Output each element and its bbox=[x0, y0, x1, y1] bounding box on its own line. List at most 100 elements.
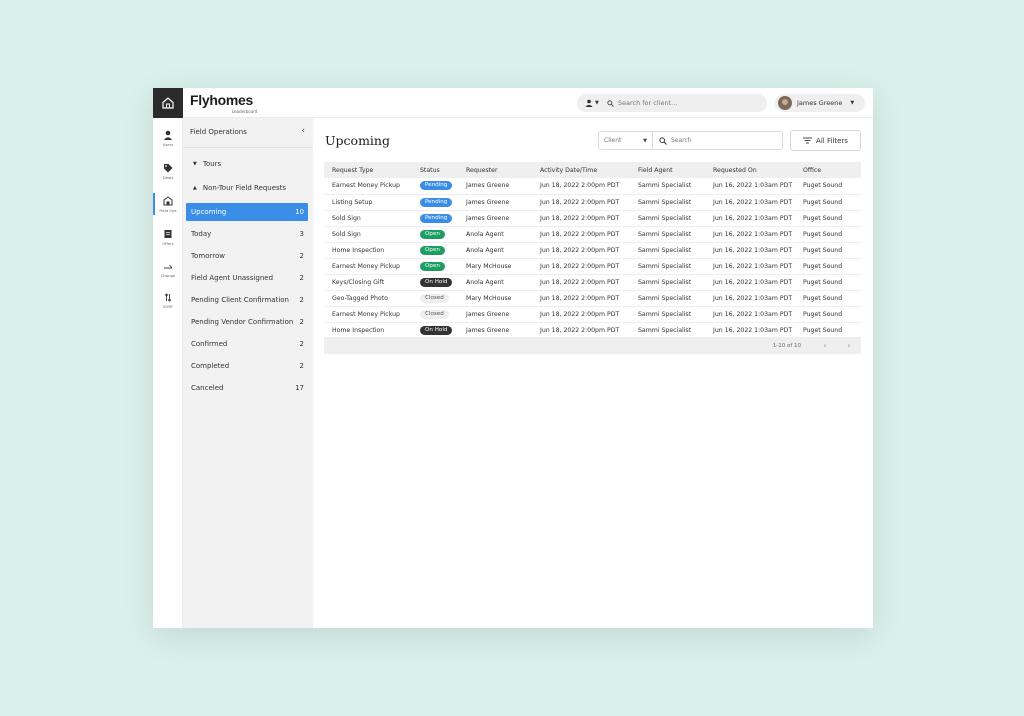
activity-date-cell: Jun 18, 2022 2:00pm PDT bbox=[532, 322, 630, 339]
rail-label: Deals bbox=[162, 174, 174, 180]
requester-cell: James Greene bbox=[458, 194, 532, 211]
client-search-bar: ▼ bbox=[577, 94, 767, 112]
office-cell: Puget Sound bbox=[795, 210, 861, 227]
collapse-sidebar-button[interactable]: ‹ bbox=[301, 126, 305, 136]
table-search bbox=[653, 131, 783, 150]
table-row[interactable]: Geo-Tagged Photo Closed Mary McHouse Jun 18… bbox=[324, 290, 861, 307]
field-agent-cell: Sammi Specialist bbox=[630, 226, 705, 243]
sidebar-title: Field Operations bbox=[190, 128, 247, 136]
office-cell: Puget Sound bbox=[795, 194, 861, 211]
sidebar-header: Field Operations ‹ bbox=[183, 118, 313, 148]
request-type-cell: Sold Sign bbox=[324, 226, 412, 243]
search-scope-dropdown[interactable]: ▼ bbox=[585, 99, 599, 107]
table-row[interactable]: Home Inspection On Hold James Greene Jun 18… bbox=[324, 322, 861, 339]
next-page-button[interactable]: › bbox=[837, 341, 861, 350]
status-badge: Open bbox=[420, 261, 445, 271]
sidebar-group-non-tour[interactable]: ▲ Non-Tour Field Requests bbox=[193, 184, 286, 192]
request-type-cell: Listing Setup bbox=[324, 194, 412, 211]
status-cell: Open bbox=[412, 226, 458, 243]
rail-label: Users bbox=[162, 141, 174, 147]
sidebar-item-count: 2 bbox=[299, 340, 304, 348]
activity-date-cell: Jun 18, 2022 2:00pm PDT bbox=[532, 242, 630, 259]
rail-label: SORT bbox=[162, 304, 174, 309]
request-type-cell: Keys/Closing Gift bbox=[324, 274, 412, 291]
rail-item-field-ops[interactable]: Field Ops bbox=[153, 189, 183, 219]
activity-date-cell: Jun 18, 2022 2:00pm PDT bbox=[532, 194, 630, 211]
sidebar-item-pending-client[interactable]: Pending Client Confirmation 2 bbox=[186, 291, 308, 309]
table-row[interactable]: Sold Sign Pending James Greene Jun 18, 2022… bbox=[324, 210, 861, 227]
user-menu[interactable]: James Greene ▼ bbox=[775, 94, 865, 112]
table-row[interactable]: Keys/Closing Gift On Hold Anola Agent Jun 1… bbox=[324, 274, 861, 291]
sidebar-item-canceled[interactable]: Canceled 17 bbox=[186, 379, 308, 397]
column-header[interactable]: Requester bbox=[458, 162, 532, 178]
table-row[interactable]: Sold Sign Open Anola Agent Jun 18, 2022 2:0… bbox=[324, 226, 861, 243]
sidebar: Field Operations ‹ ▼ Tours ▲ Non-Tour Fi… bbox=[183, 118, 313, 628]
status-badge: Open bbox=[420, 229, 445, 239]
request-type-cell: Earnest Money Pickup bbox=[324, 178, 412, 195]
column-header[interactable]: Status bbox=[412, 162, 458, 178]
requester-cell: Anola Agent bbox=[458, 274, 532, 291]
client-search-input[interactable] bbox=[617, 99, 738, 107]
column-header[interactable]: Requested On bbox=[705, 162, 795, 178]
table-row[interactable]: Earnest Money Pickup Closed James Greene Ju… bbox=[324, 306, 861, 323]
sidebar-item-label: Confirmed bbox=[191, 340, 228, 348]
sidebar-item-pending-vendor[interactable]: Pending Vendor Confirmation 2 bbox=[186, 313, 308, 331]
sidebar-item-confirmed[interactable]: Confirmed 2 bbox=[186, 335, 308, 353]
icon-rail: Users Deals Field Ops Offers Change SORT bbox=[153, 118, 183, 628]
status-cell: On Hold bbox=[412, 322, 458, 339]
all-filters-label: All Filters bbox=[816, 136, 848, 145]
sidebar-item-tomorrow[interactable]: Tomorrow 2 bbox=[186, 247, 308, 265]
field-agent-cell: Sammi Specialist bbox=[630, 178, 705, 195]
rail-item-users[interactable]: Users bbox=[153, 123, 183, 153]
sidebar-item-label: Upcoming bbox=[191, 208, 227, 216]
status-cell: Closed bbox=[412, 290, 458, 307]
column-header[interactable]: Office bbox=[795, 162, 861, 178]
client-filter-value: Client bbox=[604, 137, 622, 144]
office-cell: Puget Sound bbox=[795, 178, 861, 195]
sidebar-group-label: Tours bbox=[202, 160, 222, 168]
previous-page-button[interactable]: ‹ bbox=[813, 341, 837, 350]
status-cell: Open bbox=[412, 242, 458, 259]
all-filters-button[interactable]: All Filters bbox=[790, 130, 861, 151]
requested-on-cell: Jun 16, 2022 1:03am PDT bbox=[705, 178, 795, 195]
sidebar-item-field-agent-unassigned[interactable]: Field Agent Unassigned 2 bbox=[186, 269, 308, 287]
table-search-input[interactable] bbox=[671, 137, 771, 144]
request-type-cell: Earnest Money Pickup bbox=[324, 258, 412, 275]
sidebar-item-today[interactable]: Today 3 bbox=[186, 225, 308, 243]
column-header[interactable]: Field Agent bbox=[630, 162, 705, 178]
sidebar-item-upcoming[interactable]: Upcoming 10 bbox=[186, 203, 308, 221]
status-badge: Open bbox=[420, 245, 445, 255]
field-agent-cell: Sammi Specialist bbox=[630, 290, 705, 307]
column-header[interactable]: Request Type bbox=[324, 162, 412, 178]
office-cell: Puget Sound bbox=[795, 226, 861, 243]
home-button[interactable] bbox=[153, 88, 183, 118]
document-icon bbox=[164, 229, 172, 238]
rail-item-change[interactable]: Change bbox=[153, 255, 183, 285]
rail-item-deals[interactable]: Deals bbox=[153, 156, 183, 186]
requested-on-cell: Jun 16, 2022 1:03am PDT bbox=[705, 306, 795, 323]
caret-down-icon: ▼ bbox=[193, 161, 197, 167]
field-agent-cell: Sammi Specialist bbox=[630, 210, 705, 227]
table-row[interactable]: Earnest Money Pickup Pending James Greene J… bbox=[324, 178, 861, 195]
rail-item-sort[interactable]: SORT bbox=[153, 286, 183, 316]
user-name: James Greene bbox=[797, 99, 843, 107]
sidebar-group-tours[interactable]: ▼ Tours bbox=[193, 160, 221, 168]
status-badge: Pending bbox=[420, 181, 453, 191]
client-filter-select[interactable]: Client ▼ bbox=[598, 131, 653, 150]
status-cell: Open bbox=[412, 258, 458, 275]
field-agent-cell: Sammi Specialist bbox=[630, 274, 705, 291]
column-header[interactable]: Activity Date/Time bbox=[532, 162, 630, 178]
table-row[interactable]: Home Inspection Open Anola Agent Jun 18, 20… bbox=[324, 242, 861, 259]
chevron-down-icon: ▼ bbox=[643, 137, 647, 144]
sidebar-item-count: 3 bbox=[299, 230, 304, 238]
table-row[interactable]: Listing Setup Pending James Greene Jun 18, … bbox=[324, 194, 861, 211]
sidebar-item-completed[interactable]: Completed 2 bbox=[186, 357, 308, 375]
sidebar-item-count: 17 bbox=[295, 384, 304, 392]
table-row[interactable]: Earnest Money Pickup Open Mary McHouse Jun … bbox=[324, 258, 861, 275]
sidebar-item-label: Tomorrow bbox=[191, 252, 225, 260]
brand-name: Flyhomes bbox=[190, 92, 253, 108]
rail-item-offers[interactable]: Offers bbox=[153, 222, 183, 252]
field-agent-cell: Sammi Specialist bbox=[630, 322, 705, 339]
activity-date-cell: Jun 18, 2022 2:00pm PDT bbox=[532, 226, 630, 243]
page-title: Upcoming bbox=[325, 133, 390, 148]
